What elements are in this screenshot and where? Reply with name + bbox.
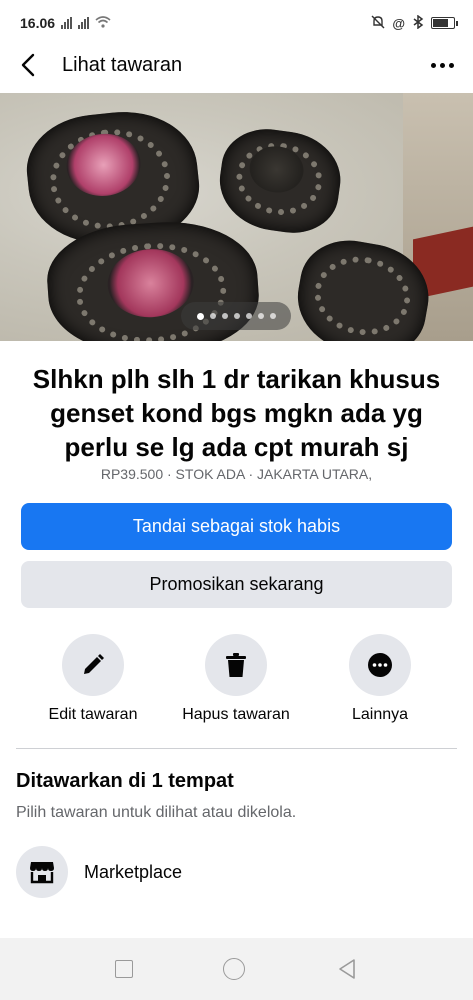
home-button[interactable] [223, 958, 246, 980]
dot-icon [430, 62, 436, 68]
pagination-dot [209, 313, 216, 319]
more-options-button[interactable] [427, 52, 457, 78]
pagination-dot [221, 313, 228, 319]
offered-section-subtitle: Pilih tawaran untuk dilihat atau dikelol… [16, 804, 297, 821]
edit-listing-label: Edit tawaran [48, 706, 138, 723]
pagination-dot [245, 313, 252, 319]
system-back-button[interactable] [336, 958, 358, 980]
pencil-icon [84, 654, 104, 674]
page-title: Lihat tawaran [62, 53, 183, 76]
back-button[interactable] [0, 42, 56, 88]
marketplace-item[interactable]: Marketplace [16, 846, 182, 898]
signal-icon [61, 17, 73, 29]
pagination-dot [257, 313, 264, 319]
status-bar: 16.06 @ [0, 0, 473, 46]
triangle-back-icon [339, 959, 355, 979]
recent-apps-button[interactable] [115, 960, 134, 978]
listing-photo[interactable] [0, 93, 473, 341]
promote-now-label: Promosikan sekarang [149, 574, 324, 594]
mark-out-of-stock-label: Tandai sebagai stok habis [132, 516, 341, 536]
more-action[interactable]: Lainnya [310, 634, 450, 724]
marketplace-label: Marketplace [84, 861, 183, 882]
photo-part-2 [213, 123, 347, 239]
edit-listing-action[interactable]: Edit tawaran [23, 634, 163, 724]
trash-icon [226, 653, 246, 677]
photo-pagination-dots [181, 302, 291, 330]
delete-listing-action[interactable]: Hapus tawaran [166, 634, 306, 724]
mute-icon [371, 15, 385, 32]
section-divider [16, 748, 457, 749]
more-action-label: Lainnya [351, 706, 409, 723]
status-time: 16.06 [20, 15, 56, 31]
wifi-icon [95, 15, 111, 31]
dot-icon [448, 62, 454, 68]
promote-now-button[interactable]: Promosikan sekarang [21, 561, 452, 608]
more-horizontal-icon [368, 653, 392, 677]
signal-icon-2 [78, 17, 90, 29]
status-right: @ [371, 14, 458, 32]
offered-section-title: Ditawarkan di 1 tempat [16, 770, 234, 792]
system-navigation-bar [0, 938, 473, 1000]
mark-out-of-stock-button[interactable]: Tandai sebagai stok habis [21, 503, 452, 550]
dot-icon [439, 62, 445, 68]
top-app-bar: Lihat tawaran [0, 42, 473, 88]
bluetooth-icon [412, 14, 424, 32]
listing-meta: RP39.500 · STOK ADA · JAKARTA UTARA, [100, 466, 373, 482]
edit-listing-button[interactable] [62, 634, 124, 696]
pagination-dot [196, 312, 204, 320]
pagination-dot [269, 313, 276, 319]
status-left: 16.06 [20, 15, 111, 31]
listing-title: Slhkn plh slh 1 dr tarikan khusus genset… [32, 364, 441, 462]
next-section-title-cutoff [16, 928, 457, 936]
delete-listing-button[interactable] [205, 634, 267, 696]
delete-listing-label: Hapus tawaran [182, 706, 290, 723]
chevron-left-icon [21, 53, 35, 77]
store-icon-circle [16, 846, 68, 898]
store-icon [30, 862, 54, 884]
at-icon: @ [392, 15, 405, 31]
more-action-button[interactable] [349, 634, 411, 696]
battery-icon [431, 17, 458, 29]
action-row: Edit tawaran Hapus tawaran Lainnya [0, 634, 473, 730]
pagination-dot [233, 313, 240, 319]
